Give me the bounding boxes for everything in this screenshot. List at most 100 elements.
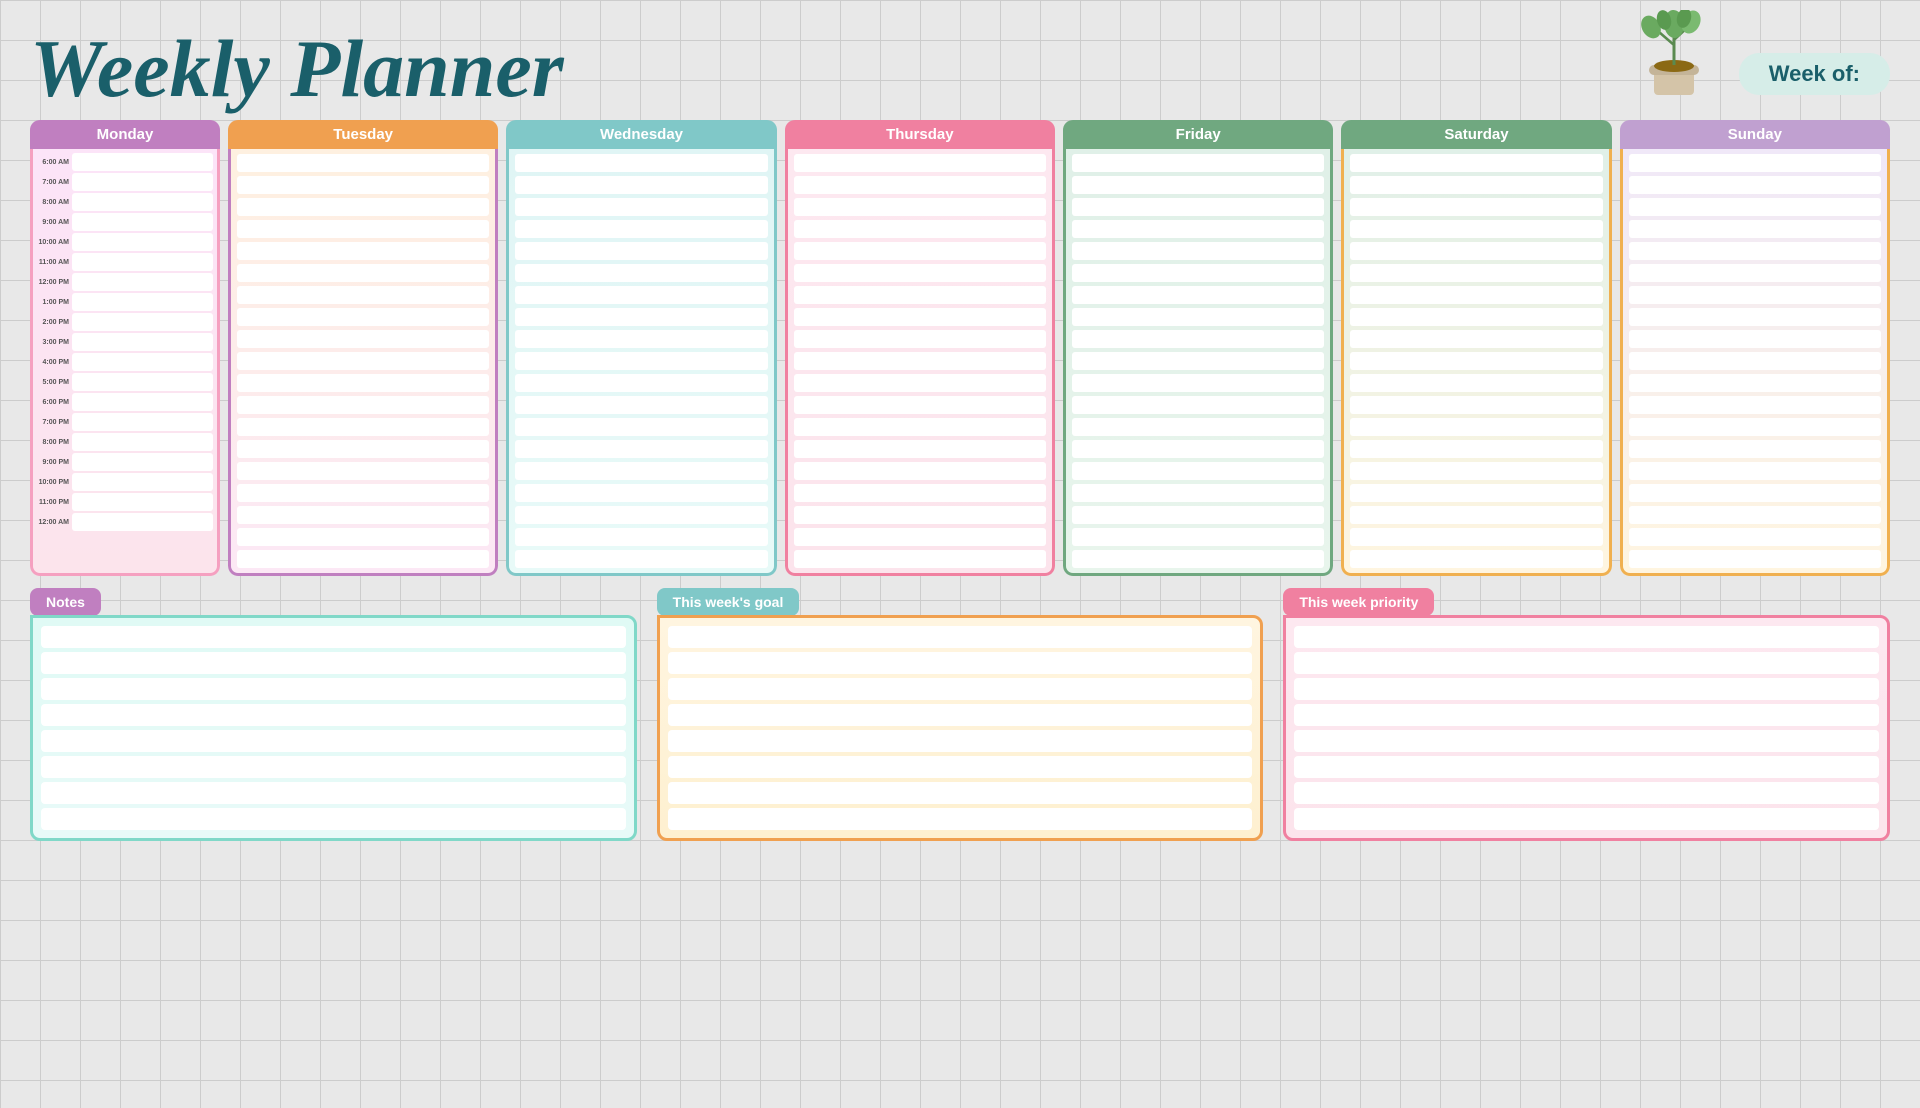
time-entry-field[interactable] [515,396,767,414]
time-entry-field[interactable] [794,264,1046,282]
time-entry-field[interactable] [72,313,213,331]
entry-line[interactable] [41,808,626,830]
time-entry-field[interactable] [237,242,489,260]
time-entry-field[interactable] [72,473,213,491]
time-row[interactable]: 9:00 AM [37,213,213,231]
entry-line[interactable] [668,704,1253,726]
time-entry-field[interactable] [794,286,1046,304]
time-entry-field[interactable] [515,242,767,260]
time-entry-field[interactable] [1350,330,1602,348]
time-entry-field[interactable] [794,528,1046,546]
time-entry-field[interactable] [794,220,1046,238]
time-entry-field[interactable] [794,154,1046,172]
time-entry-field[interactable] [1072,198,1324,216]
time-entry-field[interactable] [1629,506,1881,524]
time-row[interactable]: 1:00 PM [37,293,213,311]
time-entry-field[interactable] [1629,440,1881,458]
goal-body[interactable] [657,615,1264,841]
time-entry-field[interactable] [794,440,1046,458]
entry-line[interactable] [1294,704,1879,726]
entry-line[interactable] [668,808,1253,830]
entry-line[interactable] [1294,626,1879,648]
time-row[interactable]: 11:00 AM [37,253,213,271]
time-entry-field[interactable] [515,154,767,172]
entry-line[interactable] [41,782,626,804]
entry-line[interactable] [668,756,1253,778]
time-entry-field[interactable] [515,198,767,216]
time-entry-field[interactable] [72,273,213,291]
time-entry-field[interactable] [1072,418,1324,436]
time-entry-field[interactable] [1072,242,1324,260]
time-entry-field[interactable] [794,374,1046,392]
time-entry-field[interactable] [515,176,767,194]
time-entry-field[interactable] [72,153,213,171]
time-entry-field[interactable] [1629,264,1881,282]
time-entry-field[interactable] [1629,528,1881,546]
entry-line[interactable] [668,678,1253,700]
time-entry-field[interactable] [72,513,213,531]
time-row[interactable]: 11:00 PM [37,493,213,511]
time-entry-field[interactable] [1350,484,1602,502]
time-entry-field[interactable] [1350,176,1602,194]
time-entry-field[interactable] [237,550,489,568]
time-row[interactable]: 10:00 AM [37,233,213,251]
time-entry-field[interactable] [794,242,1046,260]
time-entry-field[interactable] [1350,286,1602,304]
time-entry-field[interactable] [1350,440,1602,458]
time-row[interactable]: 9:00 PM [37,453,213,471]
entry-line[interactable] [1294,756,1879,778]
time-entry-field[interactable] [794,506,1046,524]
time-entry-field[interactable] [1350,154,1602,172]
time-entry-field[interactable] [237,308,489,326]
entry-line[interactable] [1294,730,1879,752]
time-entry-field[interactable] [1350,550,1602,568]
time-entry-field[interactable] [1072,352,1324,370]
time-row[interactable]: 3:00 PM [37,333,213,351]
entry-line[interactable] [41,626,626,648]
entry-line[interactable] [668,626,1253,648]
time-entry-field[interactable] [1072,396,1324,414]
time-entry-field[interactable] [794,396,1046,414]
time-entry-field[interactable] [72,433,213,451]
time-entry-field[interactable] [794,330,1046,348]
time-entry-field[interactable] [1350,352,1602,370]
time-entry-field[interactable] [1072,264,1324,282]
time-entry-field[interactable] [1629,550,1881,568]
time-entry-field[interactable] [1350,198,1602,216]
time-entry-field[interactable] [1072,440,1324,458]
time-row[interactable]: 6:00 AM [37,153,213,171]
time-entry-field[interactable] [1350,506,1602,524]
time-row[interactable]: 8:00 AM [37,193,213,211]
time-entry-field[interactable] [515,528,767,546]
time-entry-field[interactable] [1350,418,1602,436]
time-row[interactable]: 7:00 AM [37,173,213,191]
time-entry-field[interactable] [237,462,489,480]
time-entry-field[interactable] [237,286,489,304]
time-entry-field[interactable] [1629,308,1881,326]
time-entry-field[interactable] [794,308,1046,326]
time-entry-field[interactable] [1350,528,1602,546]
time-entry-field[interactable] [794,176,1046,194]
time-entry-field[interactable] [72,453,213,471]
time-entry-field[interactable] [237,220,489,238]
time-entry-field[interactable] [1072,528,1324,546]
time-entry-field[interactable] [1629,462,1881,480]
entry-line[interactable] [668,652,1253,674]
time-entry-field[interactable] [237,440,489,458]
week-of-label[interactable]: Week of: [1739,53,1890,95]
time-entry-field[interactable] [515,374,767,392]
time-entry-field[interactable] [1629,484,1881,502]
time-entry-field[interactable] [1350,462,1602,480]
time-entry-field[interactable] [1629,242,1881,260]
time-entry-field[interactable] [794,550,1046,568]
time-entry-field[interactable] [237,154,489,172]
time-entry-field[interactable] [515,418,767,436]
time-entry-field[interactable] [1350,374,1602,392]
entry-line[interactable] [1294,652,1879,674]
time-entry-field[interactable] [1072,308,1324,326]
time-entry-field[interactable] [237,418,489,436]
time-entry-field[interactable] [72,493,213,511]
time-entry-field[interactable] [515,440,767,458]
time-entry-field[interactable] [1629,154,1881,172]
time-row[interactable]: 5:00 PM [37,373,213,391]
